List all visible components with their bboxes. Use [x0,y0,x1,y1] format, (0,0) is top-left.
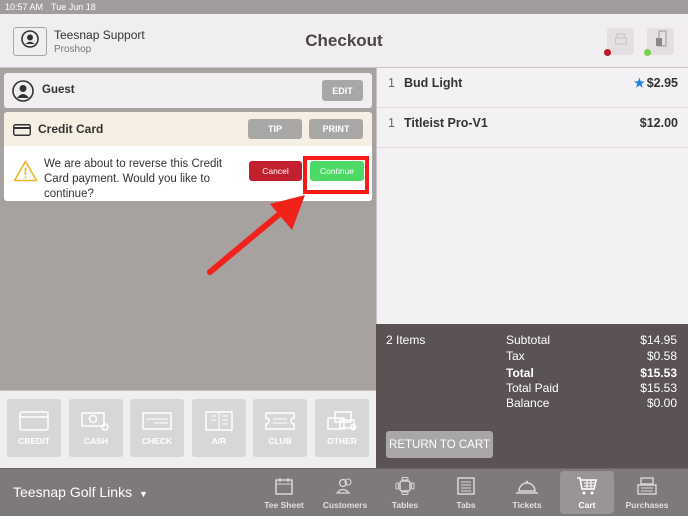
totals-value: $15.53 [640,366,677,380]
totals-row-balance: Balance $0.00 [506,396,677,410]
cash-icon [81,411,111,436]
header: Teesnap Support Proshop Checkout [0,14,688,68]
tender-label: CLUB [268,435,292,446]
totals-row-paid: Total Paid $15.53 [506,381,677,395]
totals-panel: 2 Items Subtotal $14.95 Tax $0.58 Total $15… [376,324,688,468]
tender-label: CREDIT [18,435,50,446]
course-selector[interactable]: Teesnap Golf Links ▼ [13,484,148,500]
tip-button[interactable]: TIP [248,119,302,139]
cancel-button[interactable]: Cancel [249,161,302,181]
totals-row-tax: Tax $0.58 [506,349,677,363]
item-count: 2 Items [386,333,426,347]
cart-item-price: $12.00 [639,116,678,130]
customers-icon [335,477,355,500]
cart-item-price: $2.95 [646,76,678,90]
credit-card-row: Credit Card TIP PRINT [4,112,372,146]
return-to-cart-button[interactable]: RETURN TO CART [386,431,493,458]
star-icon: ★ [633,76,645,90]
status-bar: 10:57 AM Tue Jun 18 25% [0,0,688,324]
nav-label: Purchases [625,500,669,510]
cart-item-qty: 1 [388,76,395,90]
page-title: Checkout [305,31,383,50]
payment-label: Credit Card [38,122,104,136]
credit-card-icon [13,123,31,141]
tender-label: OTHER [327,435,357,446]
status-time: 10:57 AM [5,2,44,12]
totals-value: $0.58 [646,349,677,363]
tender-label: A/R [211,435,227,446]
cart-item[interactable]: 1 Titleist Pro-V1 $12.00 [377,108,688,148]
nav-label: Tables [391,500,419,510]
nav-customers[interactable]: Customers [318,471,372,514]
printer-status-dot [604,49,611,56]
printer-icon [614,32,628,51]
totals-value: $14.95 [640,333,677,347]
cart-panel: 1 Bud Light ★ $2.95 1 Titleist Pro-V1 $12… [376,68,688,324]
nav-tee-sheet[interactable]: Tee Sheet [257,471,311,514]
totals-value: $15.53 [640,381,677,395]
nav-cart[interactable]: Cart [560,471,614,514]
tender-bar: CREDIT CASH CHECK A/R CLUB OTHER [0,390,376,468]
tender-other-button[interactable]: OTHER [315,399,369,457]
cart-item-price-wrap: ★ $2.95 [634,76,678,90]
totals-label: Total Paid [506,381,559,395]
caret-down-icon: ▼ [138,489,148,499]
tender-label: CHECK [141,435,173,446]
nav-tabs[interactable]: Tabs [439,471,493,514]
edit-guest-button[interactable]: EDIT [322,80,363,101]
other-tender-icon [327,410,357,436]
tender-club-button[interactable]: CLUB [253,399,307,457]
tender-label: CASH [83,435,109,446]
card-reader-icon [654,30,668,53]
cart-item-qty: 1 [388,116,395,130]
nav-purchases[interactable]: Purchases [620,471,674,514]
card-reader-status-dot [644,49,651,56]
totals-value: $0.00 [646,396,677,410]
calendar-icon [274,477,294,500]
ticket-icon [265,411,295,436]
table-icon [395,477,415,500]
totals-row-total: Total $15.53 [506,366,677,380]
card-reader-button[interactable] [647,28,674,55]
course-name: Teesnap Golf Links [13,484,133,500]
nav-label: Tabs [456,500,476,510]
nav-label: Customers [322,500,368,510]
guest-row: Guest EDIT [4,73,372,108]
nav-label: Tee Sheet [264,500,304,510]
continue-highlight-box [303,156,369,194]
tabs-icon [456,477,476,500]
nav-tickets[interactable]: Tickets [500,471,554,514]
cart-item-name: Titleist Pro-V1 [404,116,488,130]
cart-item-name: Bud Light [404,76,463,90]
ledger-icon [204,410,234,436]
nav-tables[interactable]: Tables [378,471,432,514]
tender-credit-button[interactable]: CREDIT [7,399,61,457]
print-button[interactable]: PRINT [309,119,363,139]
totals-label: Balance [506,396,550,410]
tender-check-button[interactable]: CHECK [130,399,184,457]
check-icon [142,411,172,436]
service-bell-icon [515,477,539,500]
tender-ar-button[interactable]: A/R [192,399,246,457]
totals-label: Total [506,366,534,380]
nav-label: Cart [578,500,596,510]
guest-avatar-icon [12,80,34,107]
totals-label: Subtotal [506,333,551,347]
printer-button[interactable] [607,28,634,55]
cart-item[interactable]: 1 Bud Light ★ $2.95 [377,68,688,108]
guest-label: Guest [42,84,75,96]
nav-label: Tickets [512,500,542,510]
annotation-arrow [207,195,305,275]
totals-row-subtotal: Subtotal $14.95 [506,333,677,347]
cart-icon [576,477,598,500]
tender-cash-button[interactable]: CASH [69,399,123,457]
register-icon [636,477,658,500]
status-date: Tue Jun 18 [51,2,96,12]
totals-label: Tax [506,349,525,363]
bottom-nav: Teesnap Golf Links ▼ Tee Sheet Customers… [0,468,688,516]
warning-icon [13,160,38,187]
credit-card-icon [19,410,49,436]
